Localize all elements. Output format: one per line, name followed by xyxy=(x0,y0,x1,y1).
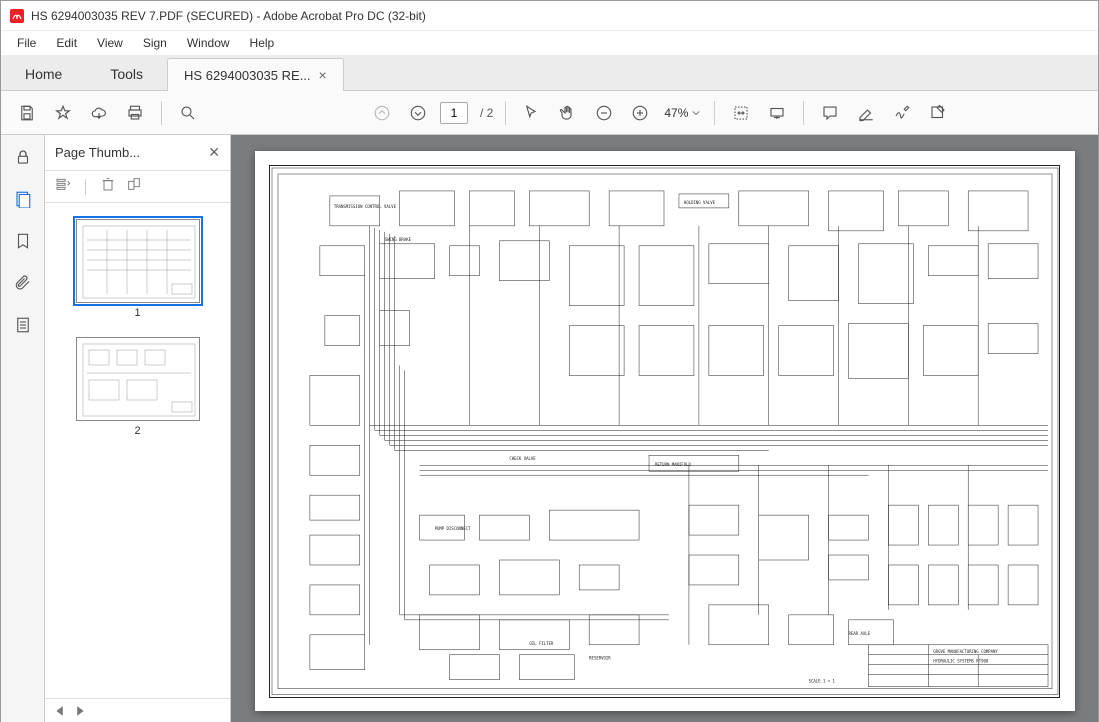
fit-width-button[interactable] xyxy=(727,99,755,127)
delete-icon[interactable] xyxy=(100,176,116,197)
svg-text:RESERVOIR: RESERVOIR xyxy=(589,656,611,661)
comment-button[interactable] xyxy=(816,99,844,127)
cloud-button[interactable] xyxy=(85,99,113,127)
bookmark-icon[interactable] xyxy=(11,229,35,253)
collapse-left-icon[interactable] xyxy=(55,705,67,717)
select-tool[interactable] xyxy=(518,99,546,127)
titlebar: HS 6294003035 REV 7.PDF (SECURED) - Adob… xyxy=(1,1,1098,31)
menubar: File Edit View Sign Window Help xyxy=(1,31,1098,55)
separator xyxy=(714,101,715,125)
svg-text:GROVE MANUFACTURING COMPANY: GROVE MANUFACTURING COMPANY xyxy=(933,649,998,654)
page-down-button[interactable] xyxy=(404,99,432,127)
svg-text:SCALE 1 = 1: SCALE 1 = 1 xyxy=(808,679,835,684)
save-button[interactable] xyxy=(13,99,41,127)
lock-icon[interactable] xyxy=(11,145,35,169)
print-button[interactable] xyxy=(121,99,149,127)
thumbnail-label: 1 xyxy=(134,307,140,319)
page-up-button[interactable] xyxy=(368,99,396,127)
svg-text:REAR AXLE: REAR AXLE xyxy=(848,631,870,636)
hand-tool[interactable] xyxy=(554,99,582,127)
zoom-find-button[interactable] xyxy=(174,99,202,127)
thumbnails-icon[interactable] xyxy=(11,187,35,211)
menu-view[interactable]: View xyxy=(89,34,131,52)
zoom-in-button[interactable] xyxy=(626,99,654,127)
menu-sign[interactable]: Sign xyxy=(135,34,175,52)
svg-text:PUMP DISCONNECT: PUMP DISCONNECT xyxy=(434,526,470,531)
zoom-level-select[interactable]: 47% xyxy=(662,104,702,122)
thumbnails-title: Page Thumb... xyxy=(55,145,140,160)
svg-text:HOLDING VALVE: HOLDING VALVE xyxy=(683,200,715,205)
thumbnail-page-1[interactable]: 1 xyxy=(76,219,200,319)
document-viewer[interactable]: RETURN MANIFOLD GROVE MANUFACTURING xyxy=(231,135,1098,722)
page-total: / 2 xyxy=(480,106,493,120)
tab-tools[interactable]: Tools xyxy=(86,58,167,90)
tabbar: Home Tools HS 6294003035 RE... × xyxy=(1,55,1098,91)
close-tab-icon[interactable]: × xyxy=(319,67,327,83)
menu-window[interactable]: Window xyxy=(179,34,238,52)
collapse-right-icon[interactable] xyxy=(73,705,85,717)
toolbar: / 2 47% xyxy=(1,91,1098,135)
separator xyxy=(85,179,86,195)
star-button[interactable] xyxy=(49,99,77,127)
thumbnail-page-2[interactable]: 2 xyxy=(76,337,200,437)
svg-text:OIL FILTER: OIL FILTER xyxy=(529,641,554,646)
more-tools-button[interactable] xyxy=(924,99,952,127)
acrobat-icon xyxy=(9,8,25,24)
content-area: Page Thumb... ✕ 1 2 xyxy=(1,135,1098,722)
tab-document-label: HS 6294003035 RE... xyxy=(184,68,310,83)
highlight-button[interactable] xyxy=(852,99,880,127)
tab-home[interactable]: Home xyxy=(1,58,86,90)
options-icon[interactable] xyxy=(55,176,71,197)
chevron-down-icon xyxy=(692,109,700,117)
svg-text:CHECK VALVE: CHECK VALVE xyxy=(509,456,536,461)
page-number-input[interactable] xyxy=(440,102,468,124)
close-panel-icon[interactable]: ✕ xyxy=(208,144,220,161)
reading-mode-button[interactable] xyxy=(763,99,791,127)
thumbnails-list[interactable]: 1 2 xyxy=(45,203,230,698)
svg-text:RETURN MANIFOLD: RETURN MANIFOLD xyxy=(655,462,691,467)
thumbnails-tools xyxy=(45,171,230,203)
thumbnails-header: Page Thumb... ✕ xyxy=(45,135,230,171)
svg-text:TRANSMISSION CONTROL VALVE: TRANSMISSION CONTROL VALVE xyxy=(333,204,396,209)
layers-icon[interactable] xyxy=(11,313,35,337)
menu-edit[interactable]: Edit xyxy=(48,34,85,52)
separator xyxy=(505,101,506,125)
rail-nav xyxy=(1,135,45,722)
menu-file[interactable]: File xyxy=(9,34,44,52)
svg-text:HYDRAULIC SYSTEMS RT900: HYDRAULIC SYSTEMS RT900 xyxy=(933,659,989,664)
zoom-out-button[interactable] xyxy=(590,99,618,127)
menu-help[interactable]: Help xyxy=(242,34,283,52)
attachment-icon[interactable] xyxy=(11,271,35,295)
separator xyxy=(803,101,804,125)
sign-button[interactable] xyxy=(888,99,916,127)
page-content: RETURN MANIFOLD GROVE MANUFACTURING xyxy=(255,151,1075,711)
rotate-icon[interactable] xyxy=(126,176,142,197)
thumbnails-footer xyxy=(45,698,230,722)
tab-document[interactable]: HS 6294003035 RE... × xyxy=(167,58,344,91)
svg-text:SWING BRAKE: SWING BRAKE xyxy=(384,237,411,242)
window-title: HS 6294003035 REV 7.PDF (SECURED) - Adob… xyxy=(31,9,426,23)
thumbnails-panel: Page Thumb... ✕ 1 2 xyxy=(45,135,231,722)
thumbnail-label: 2 xyxy=(134,425,140,437)
separator xyxy=(161,101,162,125)
hydraulic-schematic: RETURN MANIFOLD GROVE MANUFACTURING xyxy=(269,165,1061,698)
